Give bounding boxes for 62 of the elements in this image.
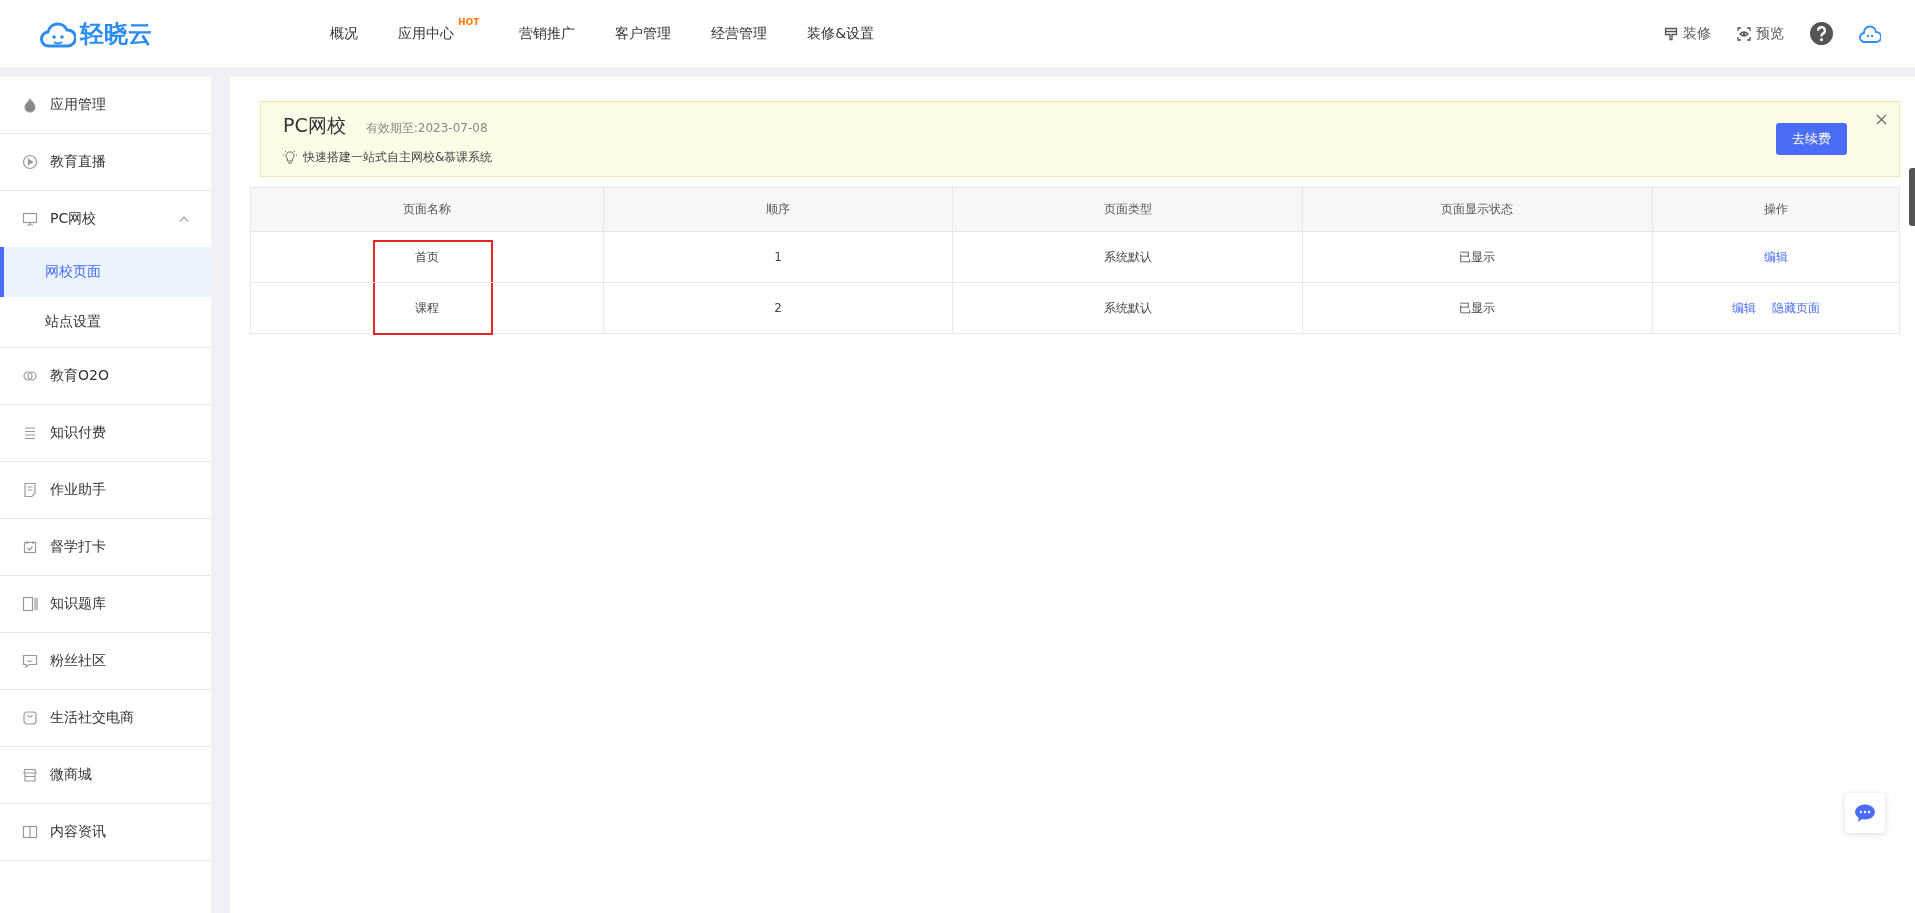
action-link[interactable]: 编辑 [1731,300,1756,315]
play-icon [22,154,38,170]
sidebar-item[interactable]: 粉丝社区 [0,633,211,690]
monitor-icon [22,211,38,227]
chat-button[interactable] [1845,793,1885,833]
column-header: 顺序 [603,187,953,232]
table-cell: 2 [603,282,953,334]
nav-link[interactable]: 装修&设置 [807,24,875,43]
table-cell: 首页 [250,231,604,283]
sidebar-item[interactable]: 生活社交电商 [0,690,211,747]
sidebar-item[interactable]: 应用管理 [0,77,211,134]
nav-link[interactable]: 营销推广 [519,24,576,43]
sidebar-item[interactable]: PC网校 [0,191,211,247]
help-icon[interactable] [1810,22,1833,45]
nav-link[interactable]: 客户管理 [615,24,672,43]
chat-icon [22,653,38,669]
action-link[interactable]: 隐藏页面 [1771,300,1820,315]
hot-label: HOT [458,16,480,27]
table-cell: 课程 [250,282,604,334]
sidebar-item[interactable]: 微商城 [0,747,211,804]
lightbulb-icon [283,150,297,164]
close-icon[interactable] [1876,114,1887,125]
book-icon [22,596,38,612]
rings-icon [22,368,38,384]
header-action-link[interactable]: 装修 [1683,24,1711,43]
sidebar-item[interactable]: 知识题库 [0,576,211,633]
sidebar-item[interactable]: 作业助手 [0,462,211,519]
eye-icon [1737,26,1751,41]
open-book-icon [22,824,38,840]
banner-tip: 快速搭建一站式自主网校&慕课系统 [303,148,493,166]
nav-link[interactable]: 经营管理 [711,24,768,43]
sidebar-item[interactable]: 教育O2O [0,348,211,405]
chat-bubble-icon [1855,804,1875,822]
renew-button[interactable]: 去续费 [1776,123,1847,155]
sidebar-item[interactable]: 教育直播 [0,134,211,191]
nav-link[interactable]: 应用中心 [398,24,454,43]
column-header: 页面显示状态 [1302,187,1653,232]
sidebar-item[interactable]: 知识付费 [0,405,211,462]
table-cell: 1 [603,231,953,283]
column-header: 操作 [1652,187,1900,232]
note-icon [22,482,38,498]
brush-icon [1664,26,1678,41]
table-cell: 系统默认 [952,282,1303,334]
header-action-link[interactable]: 预览 [1756,24,1784,43]
sidebar-subitem[interactable]: 网校页面 [0,247,211,297]
expiry-date: 有效期至:2023-07-08 [365,119,488,137]
sidebar-subitem[interactable]: 站点设置 [0,297,211,347]
table-cell: 已显示 [1302,282,1653,334]
nav-link[interactable]: 概况 [330,24,358,43]
calendar-icon [22,539,38,555]
banner-title: PC网校 [283,112,346,138]
stack-icon [22,425,38,441]
sidebar-item[interactable]: 督学打卡 [0,519,211,576]
column-header: 页面名称 [250,187,604,232]
store-icon [22,767,38,783]
cloud-icon[interactable] [1859,23,1881,44]
table-cell: 已显示 [1302,231,1653,283]
brand-name: 轻晓云 [80,18,152,50]
column-header: 页面类型 [952,187,1303,232]
sidebar-item[interactable]: 内容资讯 [0,804,211,861]
action-link[interactable]: 编辑 [1763,249,1788,264]
table-cell: 系统默认 [952,231,1303,283]
